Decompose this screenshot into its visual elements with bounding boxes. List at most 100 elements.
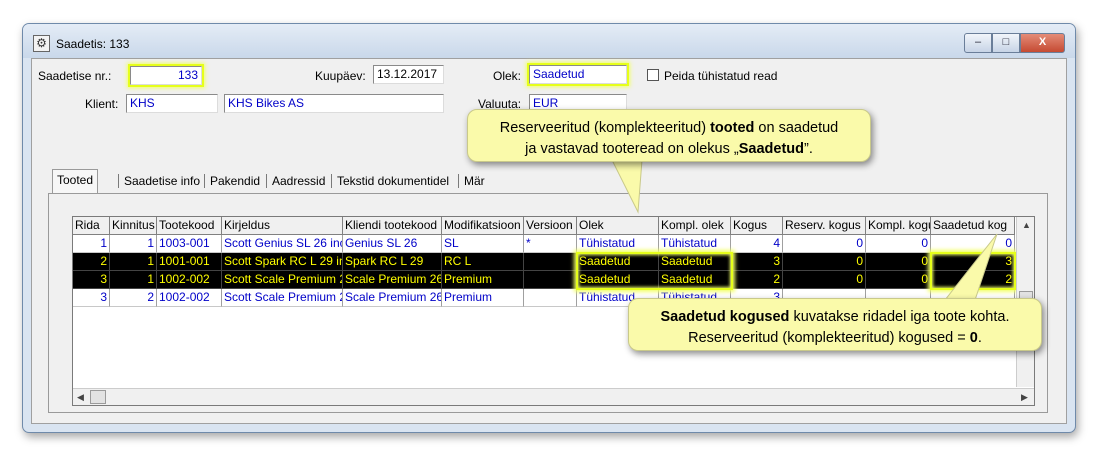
- date-label: Kuupäev:: [315, 69, 366, 83]
- table-row[interactable]: 2 1 1001-001 Scott Spark RC L 29 in Spar…: [73, 253, 1015, 271]
- minimize-button[interactable]: ‒: [964, 33, 992, 53]
- cell-tootekood[interactable]: 1002-002: [157, 289, 222, 307]
- shipment-no-label: Saadetise nr.:: [38, 69, 112, 83]
- horizontal-scroll-thumb[interactable]: [90, 390, 106, 404]
- callout-bold-text: Saadetud kogused: [660, 309, 790, 325]
- table-row[interactable]: 1 1 1003-001 Scott Genius SL 26 inc Geni…: [73, 235, 1015, 253]
- callout-bold-text: Saadetud: [738, 141, 804, 157]
- col-header-kirjeldus[interactable]: Kirjeldus: [222, 217, 343, 235]
- col-header-modifikatsioon[interactable]: Modifikatsioon: [442, 217, 524, 235]
- cell-tootekood[interactable]: 1002-002: [157, 271, 222, 289]
- maximize-button[interactable]: □: [992, 33, 1020, 53]
- cell-rida[interactable]: 3: [73, 271, 110, 289]
- date-field[interactable]: 13.12.2017: [373, 65, 444, 84]
- cell-kirjeldus[interactable]: Scott Scale Premium 2: [222, 271, 343, 289]
- callout-text: kuvatakse ridadel iga toote kohta.: [789, 309, 1010, 325]
- col-header-tootekood[interactable]: Tootekood: [157, 217, 222, 235]
- col-header-versioon[interactable]: Versioon: [524, 217, 577, 235]
- cell-kompl-kogus[interactable]: 0: [866, 253, 931, 271]
- status-highlight-box: [576, 252, 733, 290]
- cell-reserv-kogus[interactable]: 0: [783, 253, 866, 271]
- cell-modifikatsioon[interactable]: Premium: [442, 289, 524, 307]
- bottom-callout-line1: Saadetud kogused kuvatakse ridadel iga t…: [643, 307, 1027, 328]
- cell-reserv-kogus[interactable]: 0: [783, 235, 866, 253]
- app-icon: ⚙: [33, 35, 50, 52]
- cell-rida[interactable]: 3: [73, 289, 110, 307]
- top-callout-line1: Reserveeritud (komplekteeritud) tooted o…: [482, 118, 856, 139]
- cell-versioon[interactable]: [524, 271, 577, 289]
- cell-modifikatsioon[interactable]: Premium: [442, 271, 524, 289]
- cell-kliendi-tootekood[interactable]: Genius SL 26: [343, 235, 442, 253]
- col-header-kogus[interactable]: Kogus: [731, 217, 783, 235]
- cell-kinnitus[interactable]: 2: [110, 289, 157, 307]
- col-header-rida[interactable]: Rida: [73, 217, 110, 235]
- cell-kogus[interactable]: 4: [731, 235, 783, 253]
- cell-kinnitus[interactable]: 1: [110, 235, 157, 253]
- cell-olek[interactable]: Tühistatud: [577, 235, 659, 253]
- bottom-callout-line2: Reserveeritud (komplekteeritud) kogused …: [643, 328, 1027, 349]
- cell-rida[interactable]: 1: [73, 235, 110, 253]
- cell-kogus[interactable]: 2: [731, 271, 783, 289]
- horizontal-scrollbar[interactable]: ◀ ▶: [73, 388, 1034, 405]
- cell-versioon[interactable]: [524, 253, 577, 271]
- callout-bold-text: 0: [969, 330, 978, 346]
- callout-text: on saadetud: [754, 120, 839, 136]
- cell-tootekood[interactable]: 1003-001: [157, 235, 222, 253]
- tab-separator: [204, 174, 205, 188]
- hide-cancelled-label: Peida tühistatud read: [664, 69, 778, 83]
- cell-kinnitus[interactable]: 1: [110, 271, 157, 289]
- shipment-window: ⚙ Saadetis: 133 ‒ □ X Saadetise nr.: 133…: [22, 23, 1076, 433]
- shipment-no-field[interactable]: 133: [130, 66, 202, 85]
- scroll-right-icon[interactable]: ▶: [1021, 392, 1028, 403]
- tab-separator: [266, 174, 267, 188]
- tab-tekstid-dokumentidel[interactable]: Tekstid dokumentidel: [333, 171, 453, 191]
- tab-saadetise-info[interactable]: Saadetise info: [120, 171, 204, 191]
- cell-tootekood[interactable]: 1001-001: [157, 253, 222, 271]
- col-header-kliendi-tootekood[interactable]: Kliendi tootekood: [343, 217, 442, 235]
- cell-kompl-kogus[interactable]: 0: [866, 271, 931, 289]
- cell-kliendi-tootekood[interactable]: Scale Premium 26: [343, 271, 442, 289]
- cell-kliendi-tootekood[interactable]: Spark RC L 29: [343, 253, 442, 271]
- cell-kirjeldus[interactable]: Scott Scale Premium 2: [222, 289, 343, 307]
- table-row[interactable]: 3 1 1002-002 Scott Scale Premium 2 Scale…: [73, 271, 1015, 289]
- bottom-callout: Saadetud kogused kuvatakse ridadel iga t…: [628, 298, 1042, 351]
- title-bar[interactable]: ⚙ Saadetis: 133 ‒ □ X: [23, 24, 1075, 58]
- col-header-kompl-kogus[interactable]: Kompl. kogu: [866, 217, 931, 235]
- window-title: Saadetis: 133: [56, 37, 130, 51]
- tab-pakendid[interactable]: Pakendid: [206, 171, 264, 191]
- scroll-left-icon[interactable]: ◀: [77, 392, 84, 403]
- col-header-kinnitus[interactable]: Kinnitus: [110, 217, 157, 235]
- cell-modifikatsioon[interactable]: RC L: [442, 253, 524, 271]
- cell-kliendi-tootekood[interactable]: Scale Premium 26: [343, 289, 442, 307]
- cell-reserv-kogus[interactable]: 0: [783, 271, 866, 289]
- client-label: Klient:: [85, 97, 119, 111]
- callout-text: ”.: [804, 141, 813, 157]
- cell-kirjeldus[interactable]: Scott Genius SL 26 inc: [222, 235, 343, 253]
- callout-text: .: [977, 330, 982, 346]
- cell-kompl-olek[interactable]: Tühistatud: [659, 235, 731, 253]
- cell-versioon[interactable]: *: [524, 235, 577, 253]
- tab-tooted[interactable]: Tooted: [52, 169, 99, 193]
- callout-bold-text: tooted: [710, 120, 755, 136]
- status-field[interactable]: Saadetud: [529, 65, 627, 84]
- callout-text: Reserveeritud (komplekteeritud): [499, 120, 711, 136]
- scroll-up-icon[interactable]: ▲: [1022, 220, 1031, 230]
- callout-text: ja vastavad tooteread on olekus „: [525, 141, 739, 157]
- close-button[interactable]: X: [1020, 33, 1065, 53]
- cell-modifikatsioon[interactable]: SL: [442, 235, 524, 253]
- tab-mar[interactable]: Mär: [460, 171, 489, 191]
- grid-header-row: Rida Kinnitus Tootekood Kirjeldus Kliend…: [73, 217, 1015, 235]
- callout-text: Reserveeritud (komplekteeritud) kogused …: [688, 330, 970, 346]
- client-code-field[interactable]: KHS: [126, 94, 218, 113]
- hide-cancelled-checkbox[interactable]: [647, 69, 659, 81]
- cell-kirjeldus[interactable]: Scott Spark RC L 29 in: [222, 253, 343, 271]
- cell-kompl-kogus[interactable]: 0: [866, 235, 931, 253]
- cell-rida[interactable]: 2: [73, 253, 110, 271]
- cell-kogus[interactable]: 3: [731, 253, 783, 271]
- col-header-reserv-kogus[interactable]: Reserv. kogus: [783, 217, 866, 235]
- client-name-field[interactable]: KHS Bikes AS: [224, 94, 444, 113]
- cell-versioon[interactable]: [524, 289, 577, 307]
- cell-kinnitus[interactable]: 1: [110, 253, 157, 271]
- top-callout-line2: ja vastavad tooteread on olekus „Saadetu…: [482, 139, 856, 160]
- tab-aadressid[interactable]: Aadressid: [268, 171, 329, 191]
